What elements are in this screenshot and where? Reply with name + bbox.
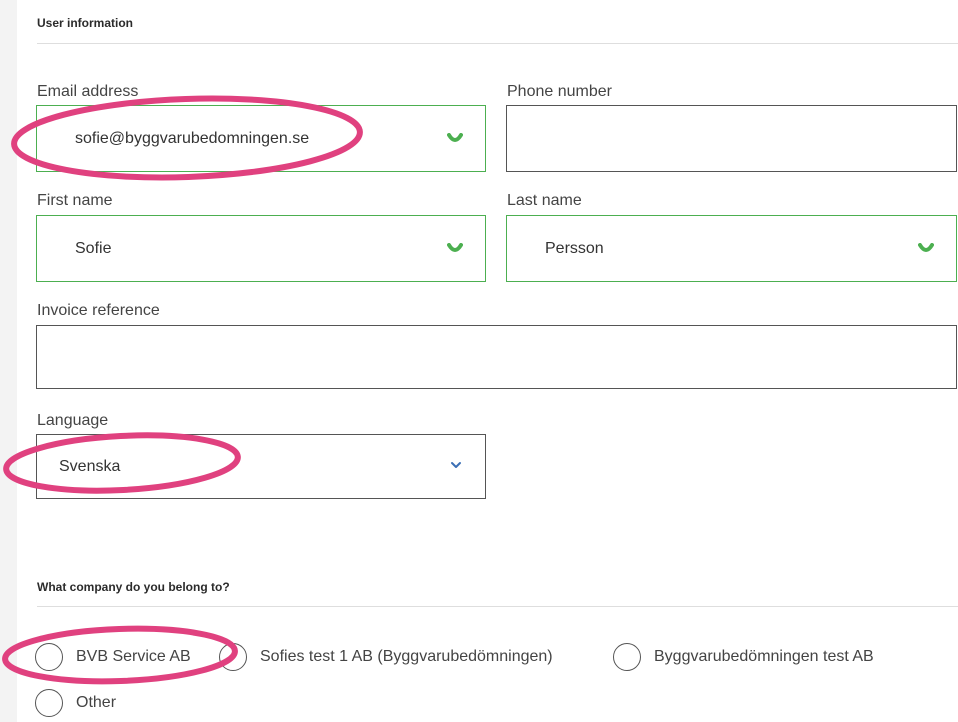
first-name-field[interactable]: Sofie xyxy=(36,215,486,282)
page-side-strip xyxy=(0,0,17,722)
user-information-heading: User information xyxy=(37,16,134,30)
phone-field[interactable] xyxy=(506,105,957,172)
user-information-divider xyxy=(37,43,958,44)
radio-icon[interactable] xyxy=(35,643,63,671)
radio-icon[interactable] xyxy=(219,643,247,671)
radio-icon[interactable] xyxy=(35,689,63,717)
check-icon xyxy=(447,132,463,142)
first-name-value: Sofie xyxy=(75,239,112,257)
company-option-label: Sofies test 1 AB (Byggvarubedömningen) xyxy=(260,648,553,665)
language-select[interactable]: Svenska xyxy=(36,434,486,499)
language-label: Language xyxy=(37,412,109,429)
last-name-field[interactable]: Persson xyxy=(506,215,957,282)
invoice-reference-field[interactable] xyxy=(36,325,957,389)
company-divider xyxy=(37,606,958,607)
chevron-down-icon xyxy=(451,461,461,468)
phone-label: Phone number xyxy=(507,83,612,100)
company-option-label: Byggvarubedömningen test AB xyxy=(654,648,874,665)
email-value: sofie@byggvarubedomningen.se xyxy=(75,129,310,147)
radio-icon[interactable] xyxy=(613,643,641,671)
invoice-reference-label: Invoice reference xyxy=(37,302,160,319)
last-name-label: Last name xyxy=(507,192,582,209)
check-icon xyxy=(447,242,463,252)
company-question-heading: What company do you belong to? xyxy=(37,580,230,594)
email-label: Email address xyxy=(37,83,139,100)
check-icon xyxy=(918,242,934,252)
company-option-label: Other xyxy=(76,694,117,711)
language-selected-value: Svenska xyxy=(59,457,121,475)
last-name-value: Persson xyxy=(545,239,604,257)
first-name-label: First name xyxy=(37,192,113,209)
email-field[interactable]: sofie@byggvarubedomningen.se xyxy=(36,105,486,172)
company-option-label: BVB Service AB xyxy=(76,648,191,665)
